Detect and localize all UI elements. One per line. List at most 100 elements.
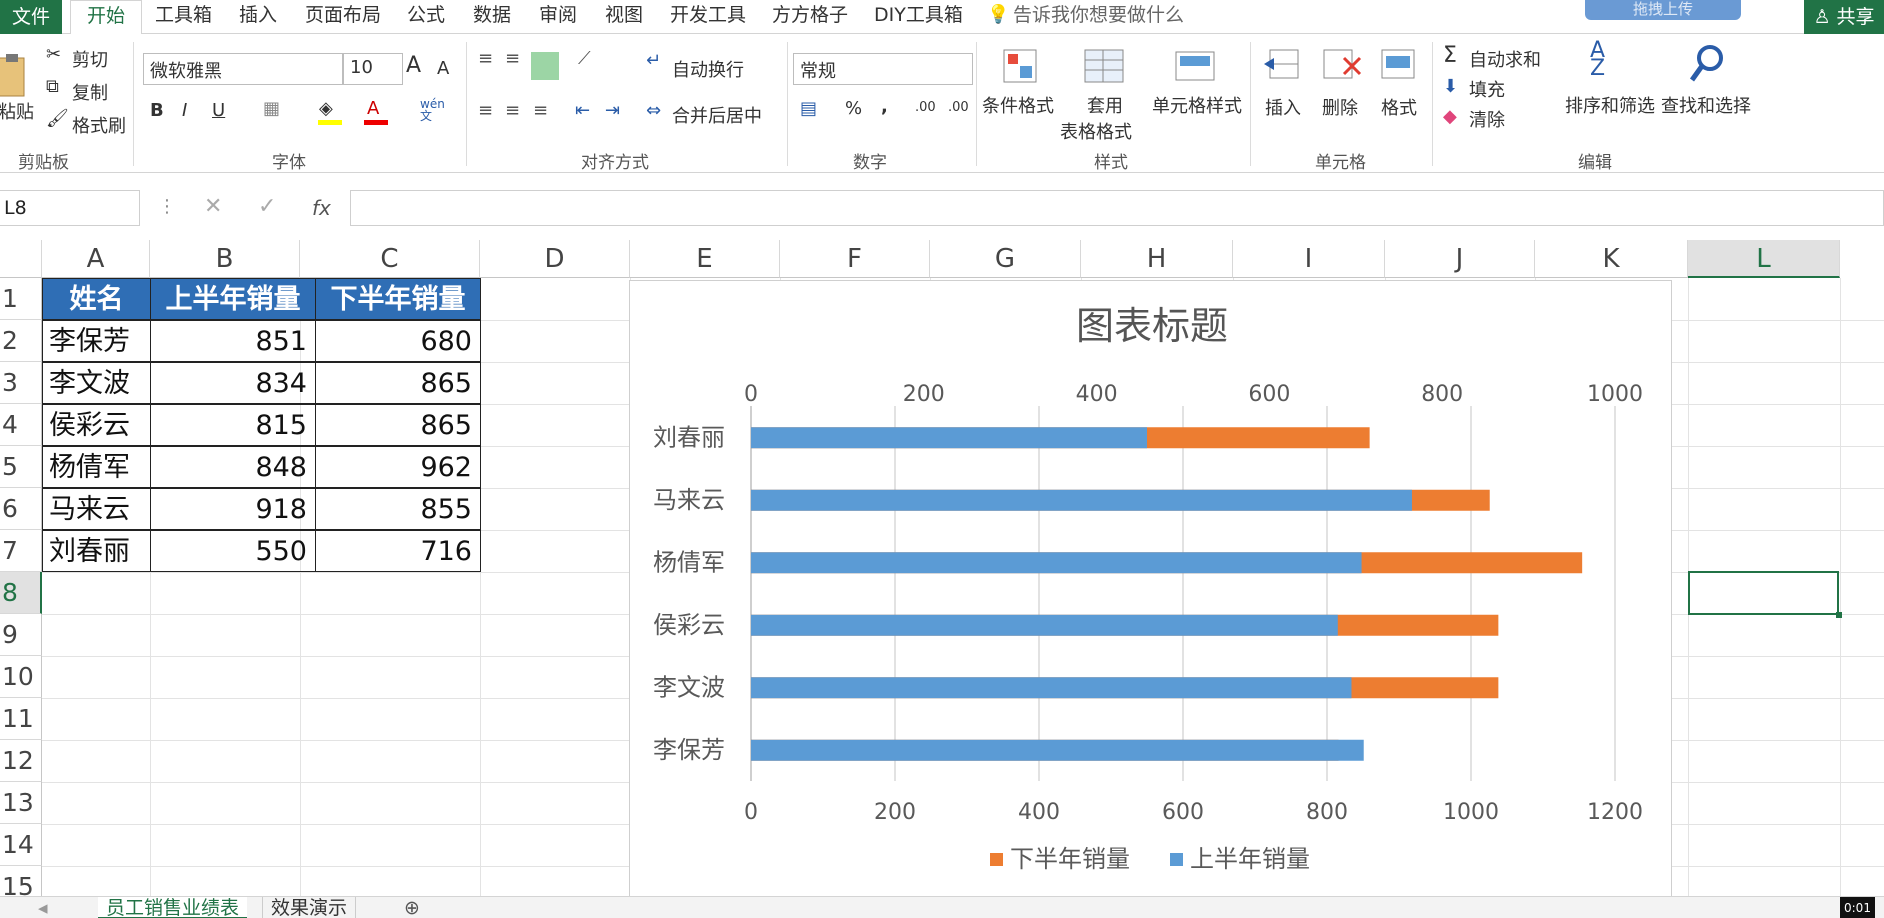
confirm-icon[interactable]: ✓: [258, 194, 276, 219]
align-bottom-icon[interactable]: [531, 52, 559, 80]
table-header-cell[interactable]: 上半年销量: [150, 278, 316, 320]
tab-developer[interactable]: 开发工具: [670, 0, 746, 34]
table-cell[interactable]: 848: [150, 446, 316, 488]
column-header-d[interactable]: D: [480, 240, 630, 278]
tab-page-layout[interactable]: 页面布局: [305, 0, 381, 34]
table-cell[interactable]: 杨倩军: [42, 446, 151, 488]
accounting-format-icon[interactable]: ▤: [800, 98, 817, 119]
share-button[interactable]: ♙ 共享: [1804, 0, 1884, 36]
cut-button[interactable]: 剪切: [72, 46, 108, 72]
table-format-button[interactable]: 表格格式: [1060, 118, 1132, 144]
align-middle-icon[interactable]: ≡: [505, 48, 520, 69]
insert-cells-button[interactable]: 插入: [1265, 94, 1301, 120]
row-header-2[interactable]: 2: [0, 320, 42, 362]
table-cell[interactable]: 865: [315, 404, 481, 446]
column-header-g[interactable]: G: [930, 240, 1081, 278]
format-cells-button[interactable]: 格式: [1381, 94, 1417, 120]
select-all-corner[interactable]: [0, 240, 42, 278]
column-header-a[interactable]: A: [42, 240, 150, 278]
tab-formulas[interactable]: 公式: [407, 0, 445, 34]
table-cell[interactable]: 918: [150, 488, 316, 530]
sheet-tab-demo[interactable]: 效果演示: [262, 897, 357, 918]
tab-diy[interactable]: DIY工具箱: [874, 0, 963, 34]
row-header-12[interactable]: 12: [0, 740, 42, 782]
name-box[interactable]: L8: [0, 190, 140, 226]
increase-font-icon[interactable]: A: [406, 53, 421, 78]
number-format-select[interactable]: 常规: [793, 53, 973, 85]
table-cell[interactable]: 834: [150, 362, 316, 404]
row-header-7[interactable]: 7: [0, 530, 42, 572]
tab-home[interactable]: 开始: [70, 0, 142, 36]
clear-button[interactable]: 清除: [1469, 106, 1505, 132]
phonetic-button[interactable]: wén 文: [420, 98, 445, 122]
table-cell[interactable]: 815: [150, 404, 316, 446]
sheet-tab-sales[interactable]: 员工销售业绩表: [98, 897, 248, 918]
table-cell[interactable]: 550: [150, 530, 316, 572]
decrease-decimal-icon[interactable]: .00: [948, 100, 969, 115]
conditional-format-button[interactable]: 条件格式: [982, 92, 1054, 118]
table-cell[interactable]: 962: [315, 446, 481, 488]
add-sheet-icon[interactable]: ⊕: [396, 897, 428, 918]
table-format-line1[interactable]: 套用: [1087, 92, 1123, 118]
table-header-cell[interactable]: 姓名: [42, 278, 151, 320]
row-header-10[interactable]: 10: [0, 656, 42, 698]
align-right-icon[interactable]: ≡: [533, 100, 548, 121]
column-header-i[interactable]: I: [1233, 240, 1385, 278]
percent-button[interactable]: %: [845, 98, 862, 119]
table-cell[interactable]: 侯彩云: [42, 404, 151, 446]
italic-button[interactable]: I: [182, 100, 187, 121]
increase-indent-icon[interactable]: ⇥: [605, 100, 620, 121]
column-header-l[interactable]: L: [1688, 240, 1840, 278]
tab-ffgz[interactable]: 方方格子: [772, 0, 848, 34]
fill-color-icon[interactable]: ◈: [319, 98, 333, 119]
row-header-9[interactable]: 9: [0, 614, 42, 656]
cell-style-button[interactable]: 单元格样式: [1152, 92, 1242, 118]
formula-input[interactable]: [350, 190, 1884, 226]
insert-function-button[interactable]: fx: [312, 196, 331, 220]
align-center-icon[interactable]: ≡: [505, 100, 520, 121]
column-header-j[interactable]: J: [1385, 240, 1535, 278]
sort-filter-button[interactable]: 排序和筛选: [1565, 92, 1655, 118]
row-header-1[interactable]: 1: [0, 278, 42, 320]
cloud-upload-button[interactable]: 拖拽上传: [1585, 0, 1741, 20]
tell-me-search[interactable]: 告诉我你想要做什么: [1013, 0, 1184, 34]
row-header-5[interactable]: 5: [0, 446, 42, 488]
delete-cells-button[interactable]: 删除: [1322, 94, 1358, 120]
font-name-select[interactable]: 微软雅黑: [143, 53, 343, 85]
table-cell[interactable]: 680: [315, 320, 481, 362]
font-size-select[interactable]: 10: [343, 53, 403, 85]
column-header-b[interactable]: B: [150, 240, 300, 278]
bar-chart[interactable]: 图表标题 0 200 400 600 800 1000 1200 0 200 400 600 800 10…: [629, 280, 1672, 900]
paste-button[interactable]: 粘贴: [0, 98, 34, 124]
tab-data[interactable]: 数据: [473, 0, 511, 34]
table-cell[interactable]: 李文波: [42, 362, 151, 404]
table-cell[interactable]: 刘春丽: [42, 530, 151, 572]
underline-button[interactable]: U: [212, 100, 225, 121]
orientation-icon[interactable]: ⟋: [578, 48, 591, 69]
border-icon[interactable]: ▦: [263, 98, 280, 119]
row-header-8[interactable]: 8: [0, 572, 42, 614]
column-header-e[interactable]: E: [630, 240, 780, 278]
column-header-h[interactable]: H: [1081, 240, 1233, 278]
row-header-4[interactable]: 4: [0, 404, 42, 446]
column-header-f[interactable]: F: [780, 240, 930, 278]
decrease-font-icon[interactable]: A: [437, 58, 449, 79]
column-header-c[interactable]: C: [300, 240, 480, 278]
wrap-text-button[interactable]: 自动换行: [672, 56, 744, 82]
row-header-3[interactable]: 3: [0, 362, 42, 404]
tab-review[interactable]: 审阅: [539, 0, 577, 34]
column-header-k[interactable]: K: [1535, 240, 1688, 278]
cancel-icon[interactable]: ✕: [204, 194, 222, 219]
row-header-13[interactable]: 13: [0, 782, 42, 824]
tab-insert[interactable]: 插入: [239, 0, 277, 34]
scroll-left-icon[interactable]: ◂: [30, 897, 56, 918]
paste-icon[interactable]: [0, 52, 30, 102]
find-select-button[interactable]: 查找和选择: [1661, 92, 1751, 118]
increase-decimal-icon[interactable]: .00: [915, 100, 936, 115]
align-top-icon[interactable]: ≡: [478, 48, 493, 69]
fill-button[interactable]: 填充: [1469, 76, 1505, 102]
merge-center-button[interactable]: 合并后居中: [672, 102, 762, 128]
tab-file[interactable]: 文件: [0, 0, 62, 34]
table-cell[interactable]: 851: [150, 320, 316, 362]
row-header-6[interactable]: 6: [0, 488, 42, 530]
